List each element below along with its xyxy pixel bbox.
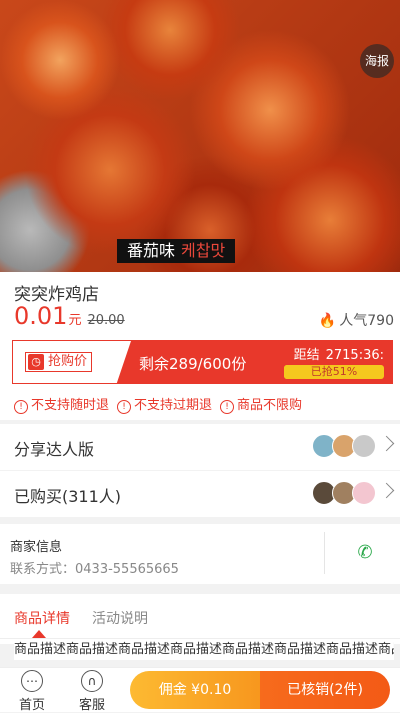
merchant-info: 商家信息 联系方式：0433-55565665 ✆ bbox=[0, 524, 400, 584]
purchase-terms: ! 不支持随时退 ! 不支持过期退 ! 商品不限购 bbox=[14, 394, 302, 414]
sale-progress-text: 已抢51% bbox=[310, 365, 358, 378]
caption-cn: 番茄味 bbox=[127, 241, 176, 260]
chevron-right-icon bbox=[378, 482, 395, 499]
service-nav[interactable]: ∩ 客服 bbox=[70, 670, 114, 713]
current-price: 0.01 bbox=[14, 302, 68, 330]
home-icon: ⋯ bbox=[21, 670, 43, 692]
price-unit: 元 bbox=[68, 313, 82, 328]
headset-icon: ∩ bbox=[81, 670, 103, 692]
home-nav[interactable]: ⋯ 首页 bbox=[10, 670, 54, 713]
clock-icon: ◷ bbox=[28, 354, 44, 370]
product-info: 突突炸鸡店 0.01元 20.00 🔥 人气790 ◷ 抢购价 剩余289/600份 … bbox=[0, 272, 400, 420]
merchant-title: 商家信息 bbox=[10, 540, 63, 555]
remaining-stock: 剩余289/600份 bbox=[139, 355, 247, 373]
warning-icon: ! bbox=[14, 400, 28, 414]
product-description: 商品描述商品描述商品描述商品描述商品描述商品描述商品描述商品描 bbox=[14, 640, 394, 660]
tab-activity-info[interactable]: 活动说明 bbox=[92, 608, 148, 628]
share-avatars bbox=[312, 434, 376, 458]
popularity: 🔥 人气790 bbox=[319, 310, 394, 330]
redeemed-button[interactable]: 已核销(2件) bbox=[260, 671, 390, 709]
term-item: ! 商品不限购 bbox=[220, 394, 302, 414]
divider bbox=[324, 532, 325, 574]
flash-sale-tag-label: 抢购价 bbox=[48, 354, 88, 369]
countdown-time: 2715:36: bbox=[325, 348, 384, 363]
price: 0.01元 20.00 bbox=[14, 302, 125, 330]
merchant-contact: 联系方式：0433-55565665 bbox=[10, 562, 179, 577]
poster-button[interactable]: 海报 bbox=[360, 44, 394, 78]
avatar bbox=[352, 434, 376, 458]
active-tab-indicator bbox=[32, 630, 46, 638]
chevron-right-icon bbox=[378, 435, 395, 452]
divider bbox=[0, 638, 400, 639]
detail-tabs: 商品详情 活动说明 bbox=[0, 594, 400, 644]
popularity-text: 人气790 bbox=[339, 313, 394, 329]
sale-progress-bar: 已抢51% bbox=[284, 365, 384, 379]
bought-label: 已购买(311人) bbox=[14, 487, 122, 506]
term-item: ! 不支持过期退 bbox=[117, 394, 212, 414]
term-item: ! 不支持随时退 bbox=[14, 394, 109, 414]
avatar bbox=[352, 481, 376, 505]
warning-icon: ! bbox=[117, 400, 132, 414]
phone-icon[interactable]: ✆ bbox=[355, 543, 375, 563]
share-expert-row[interactable]: 分享达人版 bbox=[0, 424, 400, 470]
countdown-label: 距结 bbox=[293, 348, 320, 363]
image-caption: 番茄味 케찹맛 bbox=[117, 239, 236, 263]
caption-kr: 케찹맛 bbox=[181, 241, 226, 260]
product-hero-image: 海报 番茄味 케찹맛 bbox=[0, 0, 400, 272]
fire-icon: 🔥 bbox=[318, 313, 337, 329]
commission-button[interactable]: 佣金 ¥0.10 bbox=[130, 671, 260, 709]
flash-sale-tag: ◷ 抢购价 bbox=[25, 352, 93, 372]
countdown: 距结 2715:36: bbox=[294, 344, 384, 363]
original-price: 20.00 bbox=[87, 313, 125, 328]
share-expert-label: 分享达人版 bbox=[14, 440, 95, 459]
warning-icon: ! bbox=[220, 400, 235, 414]
bought-row[interactable]: 已购买(311人) bbox=[0, 471, 400, 517]
tab-product-detail[interactable]: 商品详情 bbox=[14, 608, 70, 628]
bottom-bar: ⋯ 首页 ∩ 客服 佣金 ¥0.10 已核销(2件) bbox=[0, 667, 400, 713]
flash-sale-banner: ◷ 抢购价 剩余289/600份 距结 2715:36: 已抢51% bbox=[12, 340, 393, 384]
buyer-avatars bbox=[312, 481, 376, 505]
